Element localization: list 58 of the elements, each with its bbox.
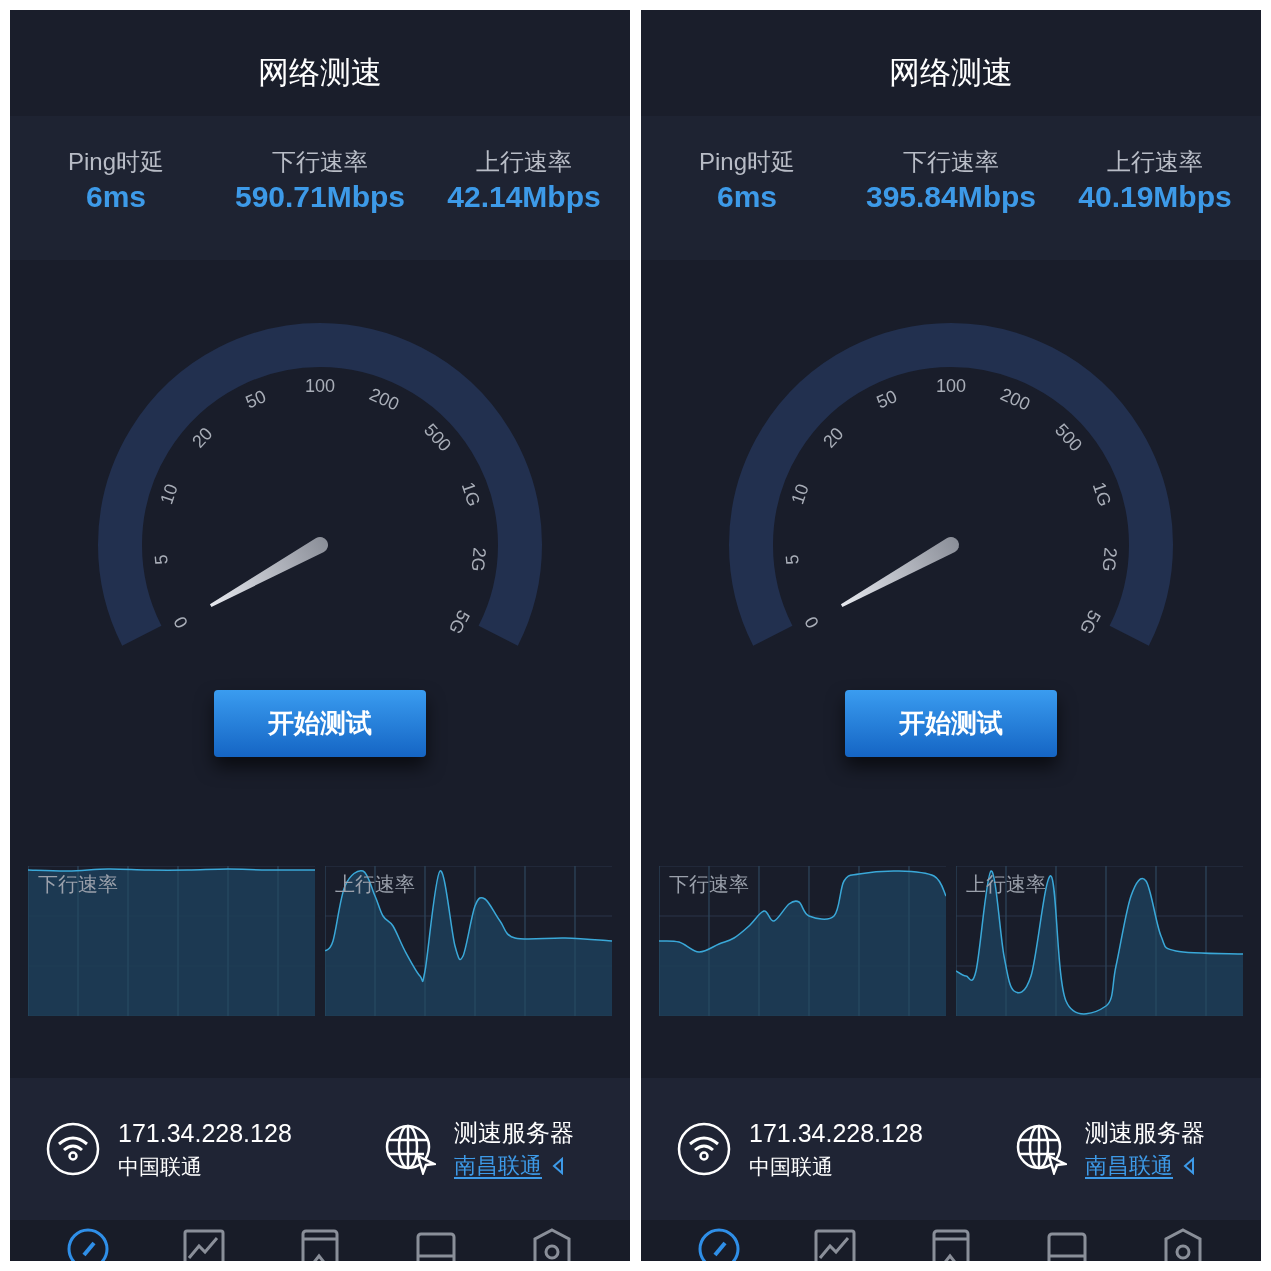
gauge-scale-label: 200 xyxy=(366,384,403,415)
caret-icon xyxy=(552,1157,564,1175)
start-test-button[interactable]: 开始测试 xyxy=(845,690,1057,757)
gauge-scale-label: 5 xyxy=(782,553,803,566)
stat-label: 上行速率 xyxy=(1107,150,1203,174)
stat-value: 395.84Mbps xyxy=(865,182,1037,212)
server-link[interactable]: 南昌联通 xyxy=(1085,1152,1173,1180)
gauge-scale-label: 5G xyxy=(1075,606,1105,638)
server-label: 测速服务器 xyxy=(1085,1118,1205,1149)
gauge-scale-label: 500 xyxy=(420,419,456,456)
gauge-scale-label: 1G xyxy=(1088,479,1116,509)
isp-name: 中国联通 xyxy=(118,1153,203,1180)
app-title: 网络测速 xyxy=(258,53,382,92)
stat-value: 6ms xyxy=(85,182,146,212)
nav-tab[interactable] xyxy=(65,1226,111,1261)
gauge-scale-label: 0 xyxy=(169,613,192,632)
wifi-icon xyxy=(677,1122,731,1176)
app-title: 网络测速 xyxy=(889,53,1013,92)
gauge-scale-label: 100 xyxy=(305,375,335,396)
wifi-icon xyxy=(46,1122,100,1176)
chart-label: 下行速率 xyxy=(669,874,749,894)
stat-label: 下行速率 xyxy=(272,150,368,174)
speedometer-icon xyxy=(696,1226,742,1261)
globe-cursor-icon xyxy=(1015,1123,1067,1175)
stat-label: 上行速率 xyxy=(476,150,572,174)
gauge-scale-label: 200 xyxy=(997,384,1034,415)
globe-cursor-icon xyxy=(384,1123,436,1175)
gauge-scale-label: 1G xyxy=(457,479,485,509)
gauge-scale-label: 20 xyxy=(819,423,848,452)
speedometer-icon xyxy=(65,1226,111,1261)
stat-value: 590.71Mbps xyxy=(234,182,406,212)
stat-label: Ping时延 xyxy=(67,150,164,174)
isp-name: 中国联通 xyxy=(749,1153,834,1180)
stat-value: 6ms xyxy=(716,182,777,212)
server-label: 测速服务器 xyxy=(454,1118,574,1149)
gauge-scale-label: 50 xyxy=(873,386,900,413)
caret-icon xyxy=(1183,1157,1195,1175)
nav-tab[interactable] xyxy=(696,1226,742,1261)
gauge-scale-label: 5G xyxy=(444,606,474,638)
gauge-scale-label: 50 xyxy=(242,386,269,413)
stat-label: 下行速率 xyxy=(903,150,999,174)
gauge-scale-label: 2G xyxy=(1098,546,1121,573)
stat-value: 42.14Mbps xyxy=(447,182,601,212)
gauge-scale-label: 5 xyxy=(151,553,172,566)
stat-label: Ping时延 xyxy=(698,150,795,174)
gauge-scale-label: 2G xyxy=(467,546,490,573)
gauge-scale-label: 500 xyxy=(1051,419,1087,456)
gauge-scale-label: 10 xyxy=(156,481,182,507)
start-test-button[interactable]: 开始测试 xyxy=(214,690,426,757)
gauge-scale-label: 0 xyxy=(800,613,823,632)
chart-label: 下行速率 xyxy=(38,874,118,894)
server-link[interactable]: 南昌联通 xyxy=(454,1152,542,1180)
gauge-scale-label: 100 xyxy=(936,375,966,396)
gauge-scale-label: 10 xyxy=(787,481,813,507)
ip-address: 171.34.228.128 xyxy=(749,1118,923,1150)
gauge-scale-label: 20 xyxy=(188,423,217,452)
ip-address: 171.34.228.128 xyxy=(118,1118,292,1150)
stat-value: 40.19Mbps xyxy=(1078,182,1232,212)
